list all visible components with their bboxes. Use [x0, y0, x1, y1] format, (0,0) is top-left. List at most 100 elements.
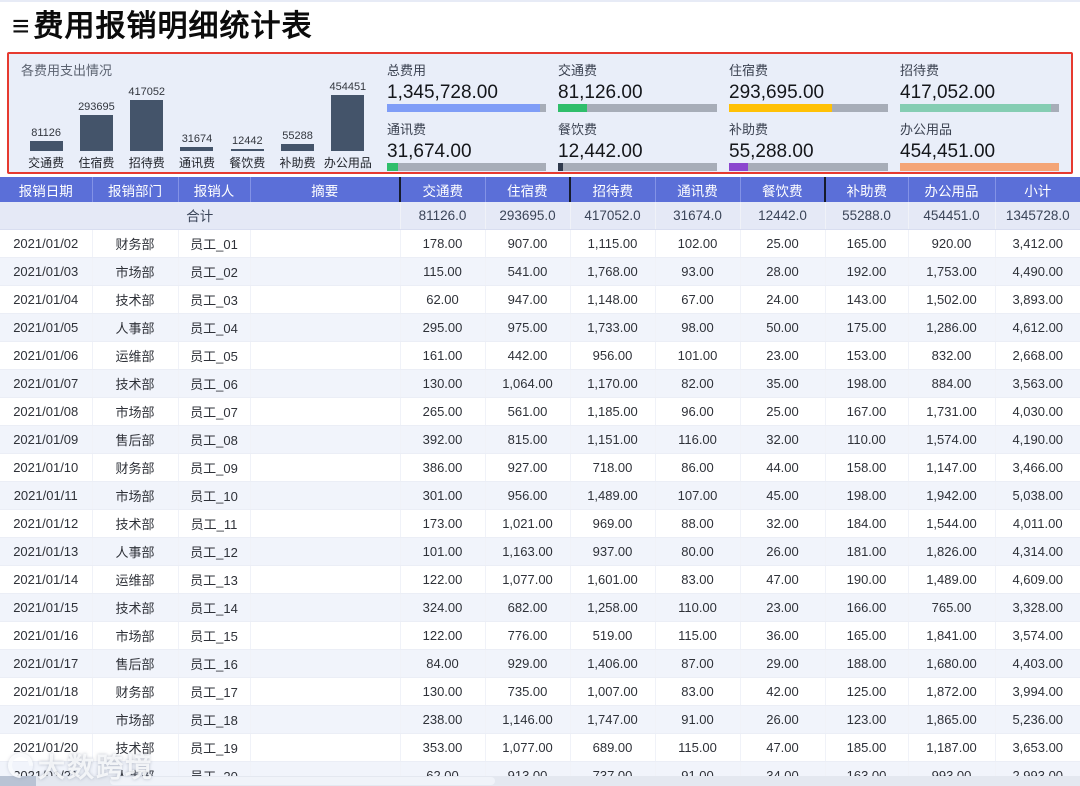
- cell-entertain: 1,733.00: [569, 313, 655, 342]
- bar-category-label: 餐饮费: [229, 156, 266, 170]
- card-progress-track: [387, 163, 546, 171]
- cell-subtotal: 4,609.00: [994, 565, 1080, 594]
- cell-telecom: 86.00: [654, 453, 740, 482]
- table-row: 2021/01/13 人事部 员工_12 101.00 1,163.00 937…: [0, 537, 1080, 566]
- summary-card: 通讯费 31,674.00: [387, 119, 546, 171]
- cell-summary: [249, 285, 400, 314]
- header-date: 报销日期: [0, 177, 92, 202]
- cell-person: 员工_02: [177, 257, 250, 286]
- header-subtotal: 小计: [994, 177, 1080, 202]
- card-value: 1,345,728.00: [387, 82, 498, 103]
- total-entertain: 417052.0: [569, 202, 655, 230]
- cell-summary: [249, 481, 400, 510]
- cell-office: 884.00: [907, 369, 995, 398]
- cell-transport: 392.00: [399, 425, 485, 454]
- summary-card: 交通费 81,126.00: [558, 60, 717, 112]
- cell-dept: 人事部: [91, 537, 178, 566]
- table-row: 2021/01/04 技术部 员工_03 62.00 947.00 1,148.…: [0, 285, 1080, 314]
- cell-telecom: 107.00: [654, 481, 740, 510]
- cell-subtotal: 4,314.00: [994, 537, 1080, 566]
- cell-lodging: 776.00: [484, 621, 570, 650]
- chart-bar-group: 293695 住宿费: [71, 101, 121, 171]
- header-entertain: 招待费: [569, 177, 655, 202]
- cell-summary: [249, 313, 400, 342]
- total-subtotal: 1345728.0: [994, 202, 1080, 230]
- cell-summary: [249, 397, 400, 426]
- cell-subtotal: 4,612.00: [994, 313, 1080, 342]
- cell-office: 1,489.00: [907, 565, 995, 594]
- cell-dining: 44.00: [739, 453, 825, 482]
- card-label: 补助费: [729, 122, 769, 137]
- cell-transport: 353.00: [399, 733, 485, 762]
- bar-category-label: 补助费: [279, 156, 316, 170]
- card-value: 454,451.00: [900, 141, 996, 162]
- chart-bars: 81126 交通费 293695 住宿费 417052 招待费 31674 通讯费 12442 餐…: [21, 79, 373, 171]
- card-label: 总费用: [387, 63, 427, 78]
- cell-dining: 25.00: [739, 229, 825, 258]
- card-label: 交通费: [558, 63, 598, 78]
- cell-office: 1,942.00: [907, 481, 995, 510]
- menu-icon[interactable]: ≡: [12, 12, 30, 42]
- cell-subsidy: 181.00: [824, 537, 908, 566]
- cell-dining: 32.00: [739, 425, 825, 454]
- cell-dept: 市场部: [91, 481, 178, 510]
- cell-subtotal: 3,466.00: [994, 453, 1080, 482]
- cell-transport: 173.00: [399, 509, 485, 538]
- cell-lodging: 947.00: [484, 285, 570, 314]
- cell-summary: [249, 229, 400, 258]
- card-progress-track: [387, 104, 546, 112]
- table-row: 2021/01/20 技术部 员工_19 353.00 1,077.00 689…: [0, 733, 1080, 762]
- table-row: 2021/01/10 财务部 员工_09 386.00 927.00 718.0…: [0, 453, 1080, 482]
- cell-date: 2021/01/15: [0, 593, 92, 622]
- cell-office: 1,731.00: [907, 397, 995, 426]
- cell-person: 员工_19: [177, 733, 250, 762]
- chart-bar-group: 31674 通讯费: [172, 133, 222, 171]
- cell-dept: 技术部: [91, 369, 178, 398]
- bar: [331, 95, 365, 151]
- cell-transport: 324.00: [399, 593, 485, 622]
- bar-category-label: 住宿费: [78, 156, 115, 170]
- horizontal-scrollbar[interactable]: [0, 776, 1080, 786]
- bar-value-label: 454451: [329, 81, 367, 93]
- card-progress-track: [729, 163, 888, 171]
- table-row: 2021/01/03 市场部 员工_02 115.00 541.00 1,768…: [0, 257, 1080, 286]
- cell-subtotal: 4,030.00: [994, 397, 1080, 426]
- cell-person: 员工_13: [177, 565, 250, 594]
- cell-date: 2021/01/14: [0, 565, 92, 594]
- cell-transport: 115.00: [399, 257, 485, 286]
- card-value: 417,052.00: [900, 82, 996, 103]
- cell-office: 1,826.00: [907, 537, 995, 566]
- cell-dept: 技术部: [91, 593, 178, 622]
- cell-lodging: 1,064.00: [484, 369, 570, 398]
- table-row: 2021/01/02 财务部 员工_01 178.00 907.00 1,115…: [0, 229, 1080, 258]
- bar-value-label: 417052: [128, 86, 166, 98]
- card-progress-fill: [900, 104, 1052, 112]
- cell-office: 1,502.00: [907, 285, 995, 314]
- cell-summary: [249, 425, 400, 454]
- cell-office: 1,286.00: [907, 313, 995, 342]
- cell-summary: [249, 705, 400, 734]
- cell-subsidy: 198.00: [824, 481, 908, 510]
- scrollbar-left-cap: [0, 776, 36, 786]
- bar-value-label: 293695: [78, 101, 115, 113]
- cell-subsidy: 123.00: [824, 705, 908, 734]
- cell-dept: 技术部: [91, 733, 178, 762]
- cell-telecom: 101.00: [654, 341, 740, 370]
- scrollbar-thumb[interactable]: [110, 777, 495, 785]
- cell-transport: 122.00: [399, 565, 485, 594]
- bar: [281, 144, 315, 151]
- card-value: 293,695.00: [729, 82, 825, 103]
- summary-card: 办公用品 454,451.00: [900, 119, 1059, 171]
- summary-cards: 总费用 1,345,728.00 交通费 81,126.00 住宿费 293,6…: [381, 54, 1071, 172]
- cell-lodging: 561.00: [484, 397, 570, 426]
- cell-subtotal: 4,011.00: [994, 509, 1080, 538]
- cell-date: 2021/01/12: [0, 509, 92, 538]
- cell-date: 2021/01/02: [0, 229, 92, 258]
- cell-entertain: 1,115.00: [569, 229, 655, 258]
- cell-subtotal: 5,236.00: [994, 705, 1080, 734]
- cell-dept: 人事部: [91, 313, 178, 342]
- cell-person: 员工_03: [177, 285, 250, 314]
- cell-summary: [249, 733, 400, 762]
- card-progress-fill: [900, 163, 1059, 171]
- summary-card: 总费用 1,345,728.00: [387, 60, 546, 112]
